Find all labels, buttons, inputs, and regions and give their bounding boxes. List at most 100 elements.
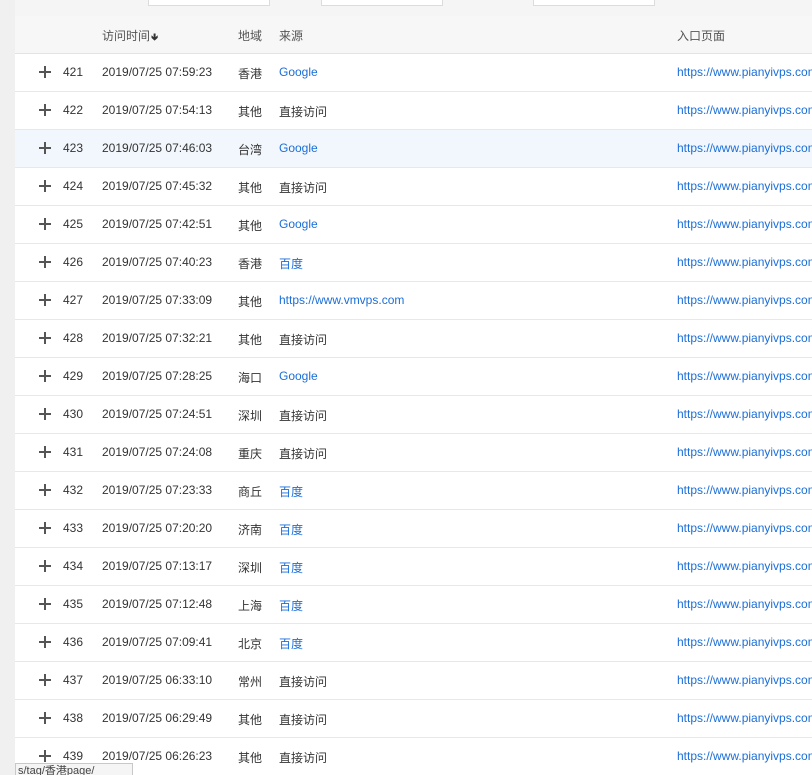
- table-row[interactable]: 421 2019/07/25 07:59:23 香港 Google https:…: [15, 54, 812, 92]
- expand-plus-icon[interactable]: [39, 370, 51, 382]
- visit-source[interactable]: Google: [279, 369, 318, 383]
- entry-page-link[interactable]: https://www.pianyivps.com: [677, 179, 812, 193]
- expand-plus-icon[interactable]: [39, 218, 51, 230]
- table-row[interactable]: 438 2019/07/25 06:29:49 其他 直接访问 https://…: [15, 700, 812, 738]
- table-row[interactable]: 435 2019/07/25 07:12:48 上海 百度 https://ww…: [15, 586, 812, 624]
- table-row[interactable]: 432 2019/07/25 07:23:33 商丘 百度 https://ww…: [15, 472, 812, 510]
- table-row[interactable]: 430 2019/07/25 07:24:51 深圳 直接访问 https://…: [15, 396, 812, 434]
- visit-source[interactable]: Google: [279, 65, 318, 79]
- row-number: 421: [63, 65, 84, 79]
- table-row[interactable]: 429 2019/07/25 07:28:25 海口 Google https:…: [15, 358, 812, 396]
- expand-plus-icon[interactable]: [39, 142, 51, 154]
- row-number: 439: [63, 749, 84, 763]
- entry-page-link[interactable]: https://www.pianyivps.com: [677, 293, 812, 307]
- visit-source[interactable]: 百度: [279, 521, 303, 538]
- row-number: 438: [63, 711, 84, 725]
- expand-plus-icon[interactable]: [39, 66, 51, 78]
- table-row[interactable]: 425 2019/07/25 07:42:51 其他 Google https:…: [15, 206, 812, 244]
- entry-page-link[interactable]: https://www.pianyivps.com: [677, 521, 812, 535]
- visit-time: 2019/07/25 07:33:09: [102, 293, 213, 307]
- visit-time: 2019/07/25 07:24:51: [102, 407, 213, 421]
- entry-page-link[interactable]: https://www.pianyivps.com: [677, 483, 812, 497]
- expand-plus-icon[interactable]: [39, 674, 51, 686]
- expand-plus-icon[interactable]: [39, 484, 51, 496]
- filter-tab[interactable]: [533, 0, 655, 6]
- visit-region: 北京: [238, 637, 263, 651]
- entry-page-link[interactable]: https://www.pianyivps.com: [677, 141, 812, 155]
- table-row[interactable]: 437 2019/07/25 06:33:10 常州 直接访问 https://…: [15, 662, 812, 700]
- expand-plus-icon[interactable]: [39, 104, 51, 116]
- visit-source: 直接访问: [279, 181, 328, 195]
- table-row[interactable]: 428 2019/07/25 07:32:21 其他 直接访问 https://…: [15, 320, 812, 358]
- filter-tab[interactable]: [148, 0, 270, 6]
- visit-time: 2019/07/25 07:46:03: [102, 141, 213, 155]
- visit-source[interactable]: https://www.vmvps.com: [279, 293, 404, 307]
- row-number: 432: [63, 483, 84, 497]
- expand-plus-icon[interactable]: [39, 294, 51, 306]
- table-row[interactable]: 424 2019/07/25 07:45:32 其他 直接访问 https://…: [15, 168, 812, 206]
- expand-plus-icon[interactable]: [39, 256, 51, 268]
- table-row[interactable]: 422 2019/07/25 07:54:13 其他 直接访问 https://…: [15, 92, 812, 130]
- expand-plus-icon[interactable]: [39, 446, 51, 458]
- table-row[interactable]: 431 2019/07/25 07:24:08 重庆 直接访问 https://…: [15, 434, 812, 472]
- visit-time: 2019/07/25 07:32:21: [102, 331, 213, 345]
- browser-status-bar: s/tag/香港page/: [15, 763, 133, 775]
- entry-page-link[interactable]: https://www.pianyivps.com: [677, 407, 812, 421]
- visit-source: 直接访问: [279, 675, 328, 689]
- entry-page-link[interactable]: https://www.pianyivps.com: [677, 65, 812, 79]
- expand-plus-icon[interactable]: [39, 750, 51, 762]
- entry-page-link[interactable]: https://www.pianyivps.com: [677, 711, 812, 725]
- row-number: 425: [63, 217, 84, 231]
- visit-time: 2019/07/25 07:23:33: [102, 483, 213, 497]
- entry-page-link[interactable]: https://www.pianyivps.com: [677, 673, 812, 687]
- entry-page-link[interactable]: https://www.pianyivps.com: [677, 445, 812, 459]
- visit-region: 商丘: [238, 485, 263, 499]
- table-row[interactable]: 436 2019/07/25 07:09:41 北京 百度 https://ww…: [15, 624, 812, 662]
- entry-page-link[interactable]: https://www.pianyivps.com: [677, 369, 812, 383]
- column-header-time-label: 访问时间: [102, 29, 151, 43]
- expand-plus-icon[interactable]: [39, 598, 51, 610]
- filter-tab[interactable]: [321, 0, 443, 6]
- visit-source[interactable]: 百度: [279, 559, 303, 576]
- visit-source[interactable]: 百度: [279, 483, 303, 500]
- expand-plus-icon[interactable]: [39, 636, 51, 648]
- visit-region: 香港: [238, 257, 263, 271]
- entry-page-link[interactable]: https://www.pianyivps.com: [677, 559, 812, 573]
- table-row[interactable]: 423 2019/07/25 07:46:03 台湾 Google https:…: [15, 130, 812, 168]
- entry-page-link[interactable]: https://www.pianyivps.com: [677, 103, 812, 117]
- expand-plus-icon[interactable]: [39, 180, 51, 192]
- table-row[interactable]: 427 2019/07/25 07:33:09 其他 https://www.v…: [15, 282, 812, 320]
- visit-time: 2019/07/25 06:29:49: [102, 711, 213, 725]
- column-header-time[interactable]: 访问时间🢃: [102, 27, 158, 47]
- visit-time: 2019/07/25 07:54:13: [102, 103, 213, 117]
- expand-plus-icon[interactable]: [39, 408, 51, 420]
- visit-source[interactable]: 百度: [279, 255, 303, 272]
- visit-source[interactable]: Google: [279, 217, 318, 231]
- visit-source[interactable]: Google: [279, 141, 318, 155]
- entry-page-link[interactable]: https://www.pianyivps.com: [677, 749, 812, 763]
- visit-region: 其他: [238, 713, 263, 727]
- expand-plus-icon[interactable]: [39, 332, 51, 344]
- visit-region: 其他: [238, 105, 263, 119]
- visit-region: 其他: [238, 751, 263, 765]
- row-number: 429: [63, 369, 84, 383]
- row-number: 437: [63, 673, 84, 687]
- expand-plus-icon[interactable]: [39, 522, 51, 534]
- entry-page-link[interactable]: https://www.pianyivps.com: [677, 597, 812, 611]
- table-row[interactable]: 433 2019/07/25 07:20:20 济南 百度 https://ww…: [15, 510, 812, 548]
- row-number: 436: [63, 635, 84, 649]
- sort-down-icon[interactable]: 🢃: [151, 32, 158, 43]
- visit-source[interactable]: 百度: [279, 597, 303, 614]
- column-header-entry: 入口页面: [677, 29, 726, 43]
- visit-source[interactable]: 百度: [279, 635, 303, 652]
- table-row[interactable]: 426 2019/07/25 07:40:23 香港 百度 https://ww…: [15, 244, 812, 282]
- table-row[interactable]: 439 2019/07/25 06:26:23 其他 直接访问 https://…: [15, 738, 812, 775]
- entry-page-link[interactable]: https://www.pianyivps.com: [677, 255, 812, 269]
- entry-page-link[interactable]: https://www.pianyivps.com: [677, 331, 812, 345]
- row-number: 428: [63, 331, 84, 345]
- expand-plus-icon[interactable]: [39, 712, 51, 724]
- entry-page-link[interactable]: https://www.pianyivps.com: [677, 217, 812, 231]
- table-row[interactable]: 434 2019/07/25 07:13:17 深圳 百度 https://ww…: [15, 548, 812, 586]
- expand-plus-icon[interactable]: [39, 560, 51, 572]
- entry-page-link[interactable]: https://www.pianyivps.com: [677, 635, 812, 649]
